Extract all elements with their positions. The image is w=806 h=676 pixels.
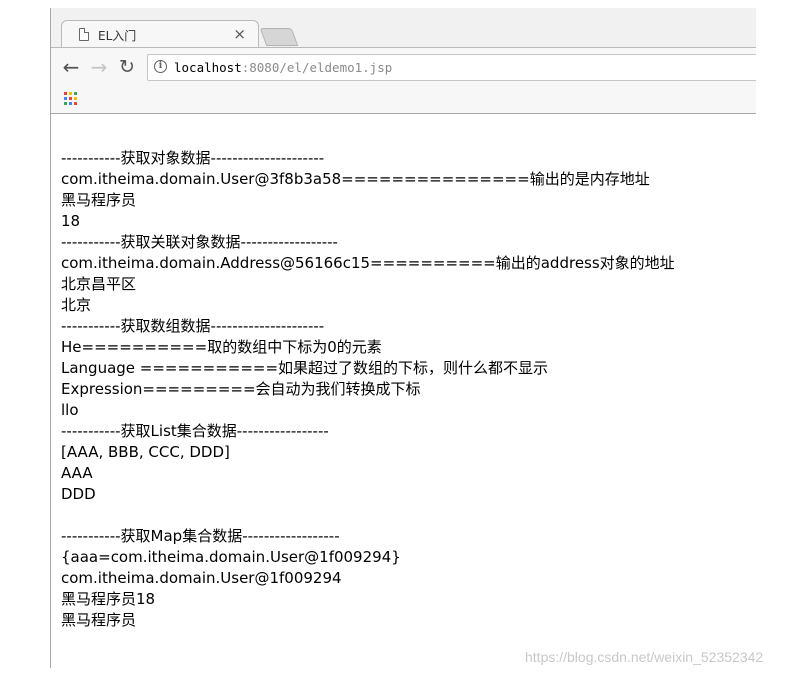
output-line: He==========取的数组中下标为0的元素 (61, 338, 382, 356)
address-bar[interactable]: i localhost:8080/el/eldemo1.jsp (147, 54, 756, 81)
output-line: -----------获取数组数据--------------------- (61, 317, 325, 335)
url-path: :8080/el/eldemo1.jsp (241, 60, 393, 75)
browser-window: EL入门 × ← → ↻ i localhost:8080/el/eldemo1… (50, 8, 756, 668)
output-line: com.itheima.domain.User@1f009294 (61, 569, 342, 587)
url-host: localhost (174, 60, 242, 75)
output-line: -----------获取List集合数据----------------- (61, 422, 329, 440)
output-line: AAA (61, 464, 93, 482)
output-line: Expression=========会自动为我们转换成下标 (61, 380, 421, 398)
output-line: [AAA, BBB, CCC, DDD] (61, 443, 230, 461)
tab-title: EL入门 (98, 29, 137, 43)
reload-icon[interactable]: ↻ (116, 56, 138, 78)
output-line: com.itheima.domain.Address@56166c15=====… (61, 254, 675, 272)
forward-arrow-icon[interactable]: → (88, 56, 110, 78)
output-line: Language ===========如果超过了数组的下标，则什么都不显示 (61, 359, 549, 377)
watermark: https://blog.csdn.net/weixin_52352342 (525, 649, 764, 665)
bookmarks-bar (51, 87, 756, 114)
tab-strip: EL入门 × (51, 8, 756, 48)
output-line: com.itheima.domain.User@3f8b3a58========… (61, 170, 650, 188)
url-text[interactable]: localhost:8080/el/eldemo1.jsp (174, 60, 392, 75)
tab-el-intro[interactable]: EL入门 × (61, 20, 259, 48)
output-line: -----------获取关联对象数据------------------ (61, 233, 338, 251)
output-line: {aaa=com.itheima.domain.User@1f009294} (61, 548, 401, 566)
browser-toolbar: ← → ↻ i localhost:8080/el/eldemo1.jsp (51, 47, 756, 88)
output-line: -----------获取对象数据--------------------- (61, 149, 325, 167)
output-line: llo (61, 401, 79, 419)
output-line: 黑马程序员18 (61, 590, 156, 608)
new-tab-button[interactable] (259, 28, 299, 46)
output-line: -----------获取Map集合数据------------------ (61, 527, 340, 545)
back-arrow-icon[interactable]: ← (60, 56, 82, 78)
apps-icon[interactable] (64, 92, 78, 106)
site-info-icon[interactable]: i (154, 60, 167, 73)
output-line: 黑马程序员 (61, 191, 137, 209)
close-tab-icon[interactable]: × (233, 25, 246, 43)
page-icon (79, 28, 89, 41)
output-line: 北京昌平区 (61, 275, 137, 293)
page-content: -----------获取对象数据--------------------- co… (61, 148, 751, 631)
output-line: DDD (61, 485, 96, 503)
output-line: 黑马程序员 (61, 611, 137, 629)
output-line: 18 (61, 212, 81, 230)
output-line: 北京 (61, 296, 92, 314)
